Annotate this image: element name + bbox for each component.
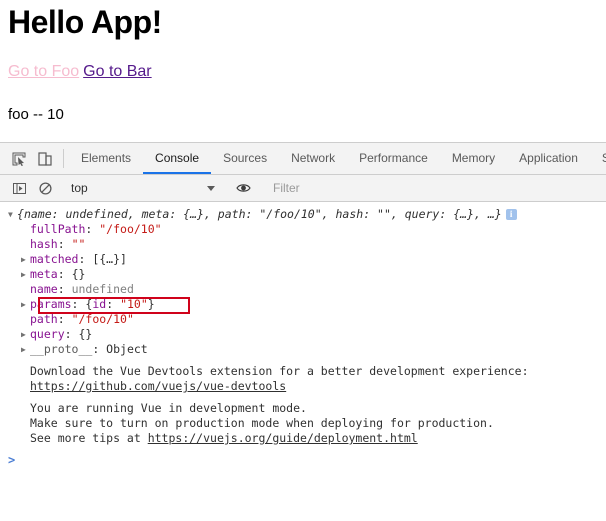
- params-value: "10": [120, 297, 148, 311]
- tab-network[interactable]: Network: [279, 143, 347, 174]
- property-name: name: [30, 282, 58, 296]
- expand-triangle-icon[interactable]: [8, 207, 17, 222]
- web-page-viewport: Hello App! Go to Foo Go to Bar foo -- 10: [0, 0, 606, 142]
- property-name: fullPath: [30, 222, 86, 236]
- link-go-to-bar[interactable]: Go to Bar: [83, 63, 151, 80]
- console-message-vue-dev-mode: You are running Vue in development mode.…: [0, 400, 606, 447]
- property-name: __proto__: [30, 342, 93, 356]
- prompt-caret-icon: >: [8, 453, 16, 467]
- property-colon: :: [78, 252, 93, 266]
- property-name: params: [30, 297, 72, 311]
- route-param-output: foo -- 10: [8, 106, 64, 123]
- toolbar-divider: [63, 149, 64, 168]
- execution-context-select[interactable]: top: [67, 181, 221, 195]
- message-line: Download the Vue Devtools extension for …: [30, 364, 529, 378]
- vue-devtools-link[interactable]: https://github.com/vuejs/vue-devtools: [30, 379, 286, 393]
- console-prompt[interactable]: >: [0, 453, 606, 468]
- property-row-query[interactable]: query: {}: [8, 327, 606, 342]
- message-line-link-wrapper: See more tips at https://vuejs.org/guide…: [8, 431, 606, 446]
- property-row-name: name: undefined: [8, 282, 606, 297]
- property-row-params[interactable]: params: {id: "10"}: [8, 297, 606, 314]
- tab-elements[interactable]: Elements: [69, 143, 143, 174]
- params-key: id: [92, 297, 107, 311]
- property-name: matched: [30, 252, 79, 266]
- page-title: Hello App!: [8, 4, 162, 40]
- property-row-hash: hash: "": [8, 237, 606, 252]
- expand-triangle-icon[interactable]: [21, 342, 30, 357]
- params-colon: :: [106, 297, 121, 311]
- router-links: Go to Foo Go to Bar: [8, 62, 598, 82]
- property-colon: :: [57, 237, 72, 251]
- property-row-meta[interactable]: meta: {}: [8, 267, 606, 282]
- property-value: {}: [78, 327, 93, 341]
- inspect-element-icon[interactable]: [6, 143, 32, 174]
- message-line: You are running Vue in development mode.: [30, 401, 307, 415]
- devtools-panel: Elements Console Sources Network Perform…: [0, 142, 606, 521]
- tab-sources[interactable]: Sources: [211, 143, 279, 174]
- tab-performance[interactable]: Performance: [347, 143, 440, 174]
- live-expression-eye-icon[interactable]: [230, 182, 256, 194]
- message-line-link-wrapper: https://github.com/vuejs/vue-devtools: [8, 379, 606, 394]
- console-message-vue-devtools: Download the Vue Devtools extension for …: [0, 363, 606, 395]
- property-colon: :: [57, 267, 72, 281]
- tab-console[interactable]: Console: [143, 143, 212, 174]
- property-name: hash: [30, 237, 58, 251]
- property-colon: :: [57, 282, 72, 296]
- expand-triangle-icon[interactable]: [21, 297, 30, 312]
- params-close-brace: }: [147, 297, 155, 311]
- property-colon: :: [64, 327, 79, 341]
- property-value: [{…}]: [92, 252, 127, 266]
- info-icon[interactable]: i: [505, 209, 517, 220]
- property-value: "/foo/10": [99, 222, 162, 236]
- vue-deployment-guide-link[interactable]: https://vuejs.org/guide/deployment.html: [148, 431, 418, 445]
- property-name: query: [30, 327, 65, 341]
- property-name: path: [30, 312, 58, 326]
- clear-console-icon[interactable]: [32, 181, 58, 195]
- object-preview-row[interactable]: {name: undefined, meta: {…}, path: "/foo…: [8, 207, 606, 222]
- property-value: Object: [106, 342, 148, 356]
- device-toolbar-icon[interactable]: [32, 143, 58, 174]
- message-line-prefix: See more tips at: [30, 431, 148, 445]
- execution-context-label: top: [71, 181, 88, 195]
- property-value: "": [71, 237, 86, 251]
- property-row-fullpath: fullPath: "/foo/10": [8, 222, 606, 237]
- property-name: meta: [30, 267, 58, 281]
- tab-memory[interactable]: Memory: [440, 143, 507, 174]
- tab-application[interactable]: Application: [507, 143, 590, 174]
- expand-triangle-icon[interactable]: [21, 252, 30, 267]
- console-sidebar-icon[interactable]: [6, 182, 32, 195]
- object-preview-text: name: undefined, meta: {…}, path: "/foo/…: [23, 207, 502, 221]
- console-filter-input[interactable]: Filter: [265, 181, 606, 195]
- property-row-path: path: "/foo/10": [8, 312, 606, 327]
- property-row-matched[interactable]: matched: [{…}]: [8, 252, 606, 267]
- property-colon: :: [71, 297, 86, 311]
- expand-triangle-icon[interactable]: [21, 267, 30, 282]
- property-value: {}: [71, 267, 86, 281]
- property-row-proto[interactable]: __proto__: Object: [8, 342, 606, 357]
- console-object-message: {name: undefined, meta: {…}, path: "/foo…: [0, 206, 606, 358]
- devtools-tabbar: Elements Console Sources Network Perform…: [0, 143, 606, 175]
- property-colon: :: [57, 312, 72, 326]
- property-value: undefined: [71, 282, 134, 296]
- console-toolbar: top Filter: [0, 175, 606, 202]
- property-colon: :: [92, 342, 107, 356]
- console-output[interactable]: {name: undefined, meta: {…}, path: "/foo…: [0, 202, 606, 521]
- message-line: Make sure to turn on production mode whe…: [30, 416, 494, 430]
- link-go-to-foo[interactable]: Go to Foo: [8, 63, 79, 80]
- object-preview-brace: {: [17, 207, 24, 221]
- property-value: "/foo/10": [71, 312, 134, 326]
- property-colon: :: [85, 222, 100, 236]
- chevron-down-icon: [207, 185, 215, 191]
- tab-security[interactable]: Sec: [590, 143, 606, 174]
- expand-triangle-icon[interactable]: [21, 327, 30, 342]
